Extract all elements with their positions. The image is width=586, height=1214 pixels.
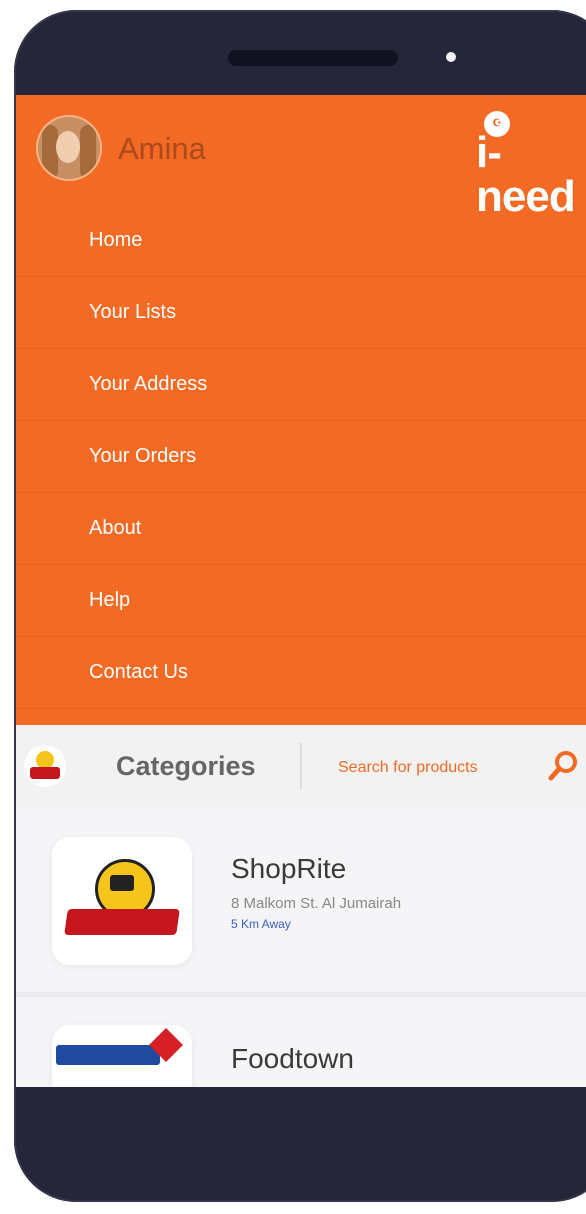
store-name: ShopRite [231, 853, 347, 884]
menu-item-your-address[interactable]: Your Address [16, 349, 586, 421]
store-name: Foodtown [231, 1043, 354, 1074]
menu-list: Home Your Lists Your Address Your Orders… [16, 205, 586, 709]
store-list: ShopRite 8 Malkom St. Al Jumairah 5 Km A… [16, 807, 586, 1087]
search-input[interactable]: Search for products [338, 759, 478, 777]
store-logo-icon[interactable] [24, 745, 66, 787]
divider [300, 743, 302, 789]
store-card[interactable]: ShopRite 8 Malkom St. Al Jumairah 5 Km A… [16, 807, 586, 992]
store-distance: 5 Km Away [231, 917, 291, 931]
phone-camera [446, 52, 456, 62]
categories-button[interactable]: Categories [116, 751, 256, 782]
menu-item-your-lists[interactable]: Your Lists [16, 277, 586, 349]
store-card[interactable]: Foodtown [16, 997, 586, 1087]
phone-bottom-bezel [16, 1087, 586, 1147]
side-menu: Amina ☪ i-need Home Your Lists Your Addr… [16, 95, 586, 725]
menu-item-your-orders[interactable]: Your Orders [16, 421, 586, 493]
menu-item-contact-us[interactable]: Contact Us [16, 637, 586, 709]
app-screen: Amina ☪ i-need Home Your Lists Your Addr… [16, 95, 586, 1087]
avatar[interactable] [36, 115, 102, 181]
menu-item-home[interactable]: Home [16, 205, 586, 277]
foodtown-logo [52, 1025, 192, 1087]
store-address: 8 Malkom St. Al Jumairah [231, 895, 402, 912]
search-icon[interactable] [546, 749, 580, 783]
ineed-logo: ☪ i-need [462, 109, 586, 219]
menu-item-about[interactable]: About [16, 493, 586, 565]
category-search-bar: Categories Search for products [16, 725, 586, 809]
shoprite-logo [52, 837, 192, 965]
phone-speaker [228, 50, 398, 66]
user-name: Amina [118, 131, 206, 166]
menu-item-help[interactable]: Help [16, 565, 586, 637]
